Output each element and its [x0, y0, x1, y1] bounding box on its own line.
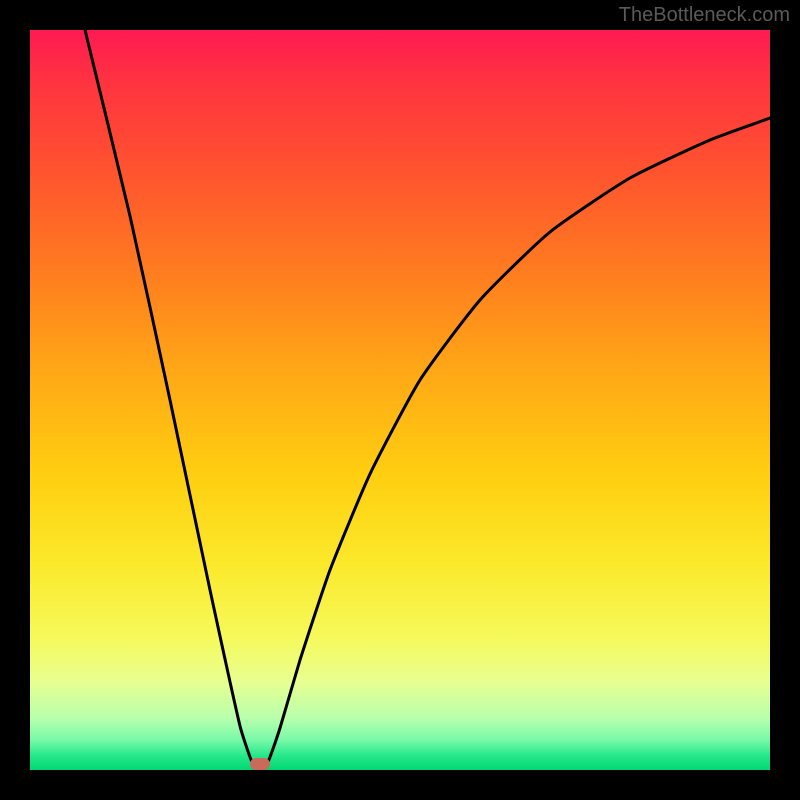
optimal-point-marker [250, 758, 270, 770]
attribution-text: TheBottleneck.com [619, 4, 790, 27]
chart-frame: TheBottleneck.com [0, 0, 800, 800]
plot-area [30, 30, 770, 770]
bottleneck-curve [30, 30, 770, 770]
